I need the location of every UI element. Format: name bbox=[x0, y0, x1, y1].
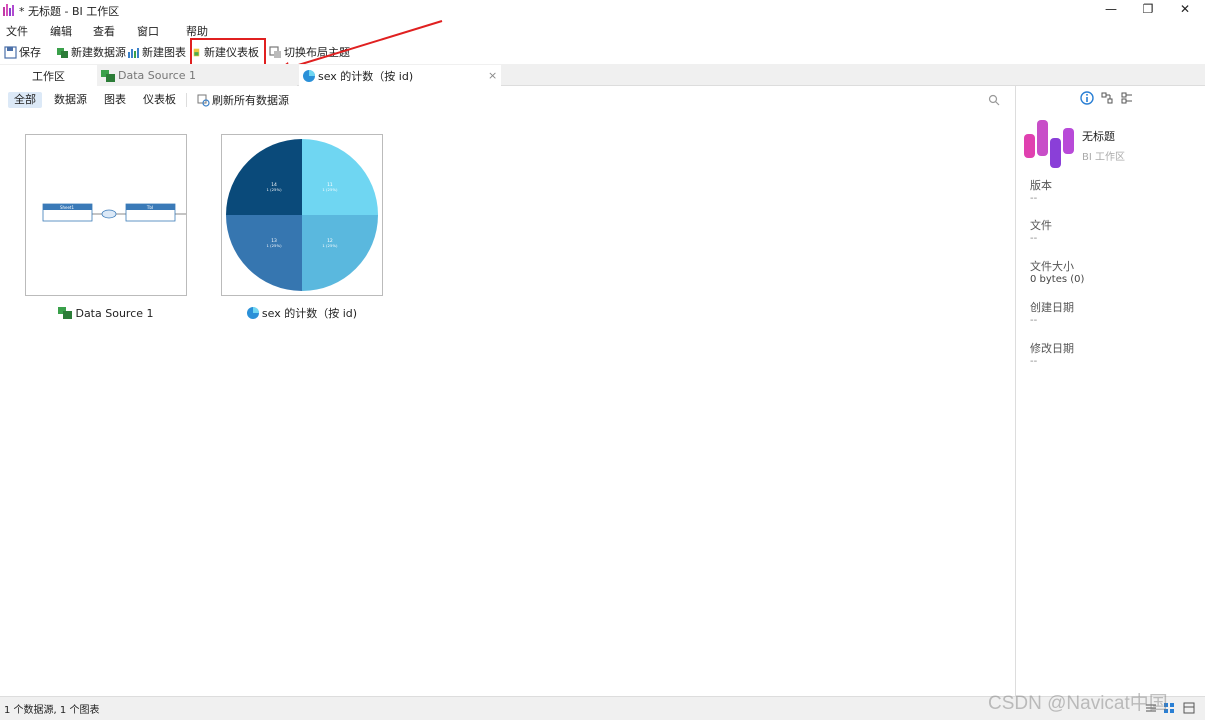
menu-help[interactable]: 帮助 bbox=[186, 23, 208, 39]
filter-dashboards[interactable]: 仪表板 bbox=[137, 92, 182, 108]
filter-all[interactable]: 全部 bbox=[8, 92, 42, 108]
refresh-all-button[interactable]: 刷新所有数据源 bbox=[197, 92, 289, 108]
chart-card[interactable]: 14 1 (25%) 11 1 (25%) 12 1 (25%) 13 1 (25%) bbox=[221, 134, 383, 296]
node-left-label: Sheet1 bbox=[60, 205, 75, 210]
modified-date-label: 修改日期 bbox=[1030, 342, 1074, 355]
datasource-thumbnail: Sheet1 TbI bbox=[42, 203, 186, 222]
detail-view-icon[interactable] bbox=[1183, 702, 1195, 714]
filter-bar: 全部 数据源 图表 仪表板 刷新所有数据源 bbox=[0, 86, 1015, 114]
dependency-icon[interactable] bbox=[1101, 92, 1113, 104]
chart-card-title: sex 的计数（按 id) bbox=[261, 307, 358, 320]
created-date-label: 创建日期 bbox=[1030, 301, 1074, 314]
menu-edit[interactable]: 编辑 bbox=[50, 23, 72, 39]
tab-bar: 工作区 Data Source 1 sex 的计数（按 id) × bbox=[0, 64, 1205, 86]
datasource-icon bbox=[58, 307, 73, 319]
save-icon bbox=[4, 45, 17, 59]
window-title: * 无标题 - BI 工作区 bbox=[19, 5, 120, 18]
tab-workspace[interactable]: 工作区 bbox=[0, 65, 97, 86]
pie-slice-detail: 1 (25%) bbox=[267, 187, 283, 192]
version-label: 版本 bbox=[1030, 179, 1052, 192]
filter-divider bbox=[186, 93, 187, 107]
save-label: 保存 bbox=[19, 46, 41, 59]
created-date-value: -- bbox=[1030, 315, 1038, 326]
title-bar: * 无标题 - BI 工作区 — ❐ ✕ bbox=[0, 0, 1205, 20]
pie-slice-detail: 1 (25%) bbox=[322, 187, 338, 192]
new-datasource-icon bbox=[57, 47, 68, 58]
pie-slice-13 bbox=[226, 215, 302, 291]
tab-datasource[interactable]: Data Source 1 bbox=[97, 65, 297, 86]
watermark: CSDN @Navicat中国 bbox=[988, 693, 1168, 714]
info-icon[interactable] bbox=[1080, 91, 1094, 105]
status-text: 1 个数据源, 1 个图表 bbox=[4, 705, 100, 716]
refresh-icon bbox=[197, 94, 210, 107]
file-label: 文件 bbox=[1030, 219, 1052, 232]
maximize-button[interactable]: ❐ bbox=[1130, 0, 1166, 20]
tab-workspace-label: 工作区 bbox=[32, 69, 65, 83]
save-button[interactable]: 保存 bbox=[4, 44, 41, 60]
pie-slice-12 bbox=[302, 215, 378, 291]
app-logo-icon bbox=[3, 4, 14, 16]
chart-card-label[interactable]: sex 的计数（按 id) bbox=[221, 305, 383, 321]
file-size-label: 文件大小 bbox=[1030, 260, 1074, 273]
structure-icon[interactable] bbox=[1121, 92, 1133, 104]
filter-datasources[interactable]: 数据源 bbox=[48, 92, 93, 108]
info-panel: 无标题 BI 工作区 版本 -- 文件 -- 文件大小 0 bytes (0) … bbox=[1015, 86, 1205, 696]
menu-window[interactable]: 窗口 bbox=[137, 23, 159, 39]
node-right-label: TbI bbox=[146, 205, 153, 210]
pie-slice-detail: 1 (25%) bbox=[322, 243, 338, 248]
menu-file[interactable]: 文件 bbox=[6, 23, 28, 39]
pie-slice-11 bbox=[302, 139, 378, 215]
refresh-all-label: 刷新所有数据源 bbox=[212, 94, 289, 107]
datasource-card-title: Data Source 1 bbox=[75, 306, 154, 320]
tab-chart[interactable]: sex 的计数（按 id) × bbox=[299, 65, 501, 86]
tab-chart-close-button[interactable]: × bbox=[488, 69, 497, 82]
search-icon[interactable] bbox=[988, 94, 1000, 106]
toolbar: 保存 新建数据源 新建图表 新建仪表板 切换布局主题 bbox=[0, 40, 1205, 64]
datasource-card[interactable]: Sheet1 TbI bbox=[25, 134, 187, 296]
file-size-value: 0 bytes (0) bbox=[1030, 274, 1085, 285]
new-datasource-label: 新建数据源 bbox=[71, 46, 126, 59]
workspace-area: Sheet1 TbI Data Source 1 14 1 (25%) 11 1 (2… bbox=[0, 114, 1015, 696]
bi-workspace-logo-icon bbox=[1024, 120, 1074, 168]
new-chart-label: 新建图表 bbox=[142, 46, 186, 59]
menu-view[interactable]: 查看 bbox=[93, 23, 115, 39]
menu-bar: 文件 编辑 查看 窗口 帮助 bbox=[0, 20, 1205, 40]
close-window-button[interactable]: ✕ bbox=[1167, 0, 1203, 20]
modified-date-value: -- bbox=[1030, 356, 1038, 367]
datasource-icon bbox=[101, 69, 115, 82]
version-value: -- bbox=[1030, 193, 1038, 204]
filter-charts[interactable]: 图表 bbox=[98, 92, 132, 108]
pie-chart: 141 (25%)111 (25%)121 (25%)131 (25%) bbox=[226, 139, 378, 291]
file-value: -- bbox=[1030, 233, 1038, 244]
workspace-name: 无标题 bbox=[1082, 130, 1115, 143]
pie-slice-14 bbox=[226, 139, 302, 215]
new-chart-icon bbox=[128, 47, 139, 58]
workspace-subtitle: BI 工作区 bbox=[1082, 152, 1125, 163]
pie-chart-icon bbox=[246, 307, 259, 319]
datasource-card-label[interactable]: Data Source 1 bbox=[25, 305, 187, 321]
minimize-button[interactable]: — bbox=[1093, 0, 1129, 20]
new-chart-button[interactable]: 新建图表 bbox=[127, 44, 186, 60]
tab-datasource-label: Data Source 1 bbox=[118, 69, 197, 82]
pie-slice-detail: 1 (25%) bbox=[267, 243, 283, 248]
tab-chart-label: sex 的计数（按 id) bbox=[318, 69, 414, 83]
pie-chart-icon bbox=[303, 69, 315, 82]
new-datasource-button[interactable]: 新建数据源 bbox=[56, 44, 126, 60]
